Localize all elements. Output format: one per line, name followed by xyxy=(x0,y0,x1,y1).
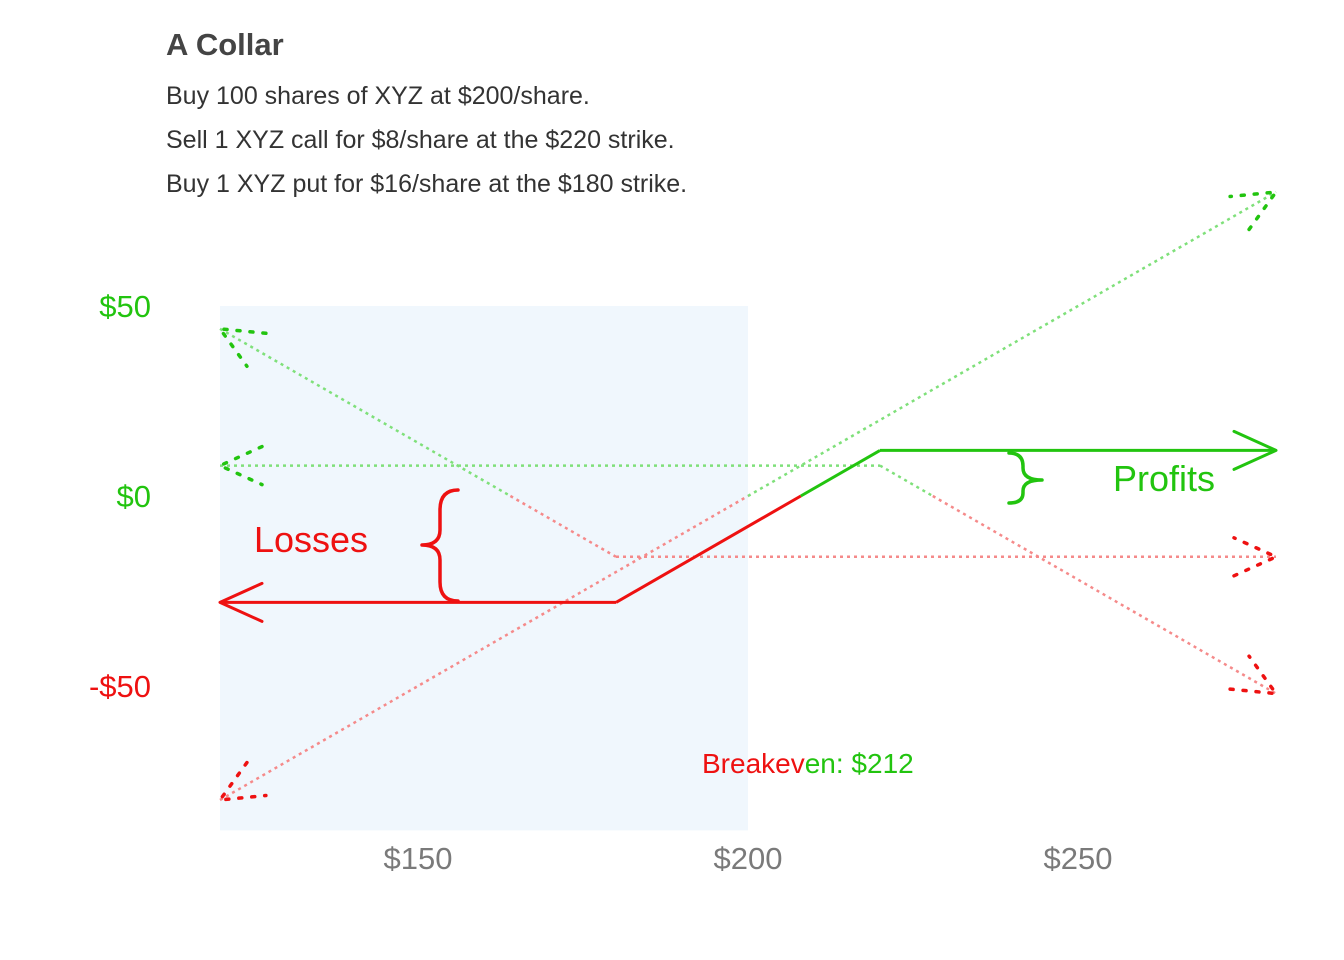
shaded-region-layer xyxy=(220,306,748,831)
y-tick-label: $50 xyxy=(99,289,151,324)
breakeven-label-profit-part: en: $212 xyxy=(805,748,914,779)
x-tick-label: $250 xyxy=(1044,841,1113,876)
chart-title: A Collar xyxy=(166,27,284,62)
breakeven-label: Breakeven: $212 xyxy=(702,748,914,779)
combined-payoff-segment xyxy=(800,449,881,498)
y-tick-layer: $50 $0 -$50 xyxy=(89,289,151,704)
series-arrowhead xyxy=(1228,190,1278,232)
y-tick-label: -$50 xyxy=(89,669,151,704)
profits-label: Profits xyxy=(1113,458,1215,499)
losses-label: Losses xyxy=(254,519,368,560)
subtitle-line-2: Sell 1 XYZ call for $8/share at the $220… xyxy=(166,126,675,154)
subtitle-line-3: Buy 1 XYZ put for $16/share at the $180 … xyxy=(166,170,687,198)
profit-brace xyxy=(1007,451,1044,505)
y-tick-label: $0 xyxy=(117,479,151,514)
shaded-region xyxy=(220,306,748,831)
collar-payoff-chart: $150 $200 $250 $50 $0 -$50 Profits Losses A C… xyxy=(89,27,1278,876)
leg-short_call-segment xyxy=(932,494,1277,695)
series-arrowhead xyxy=(1228,654,1278,696)
x-tick-layer: $150 $200 $250 xyxy=(384,841,1113,876)
breakeven-label-loss-part: Breakev xyxy=(702,748,805,779)
x-tick-label: $150 xyxy=(384,841,453,876)
leg-short_call-segment xyxy=(879,464,934,498)
x-tick-label: $200 xyxy=(714,841,783,876)
subtitle-line-1: Buy 100 shares of XYZ at $200/share. xyxy=(166,82,590,110)
